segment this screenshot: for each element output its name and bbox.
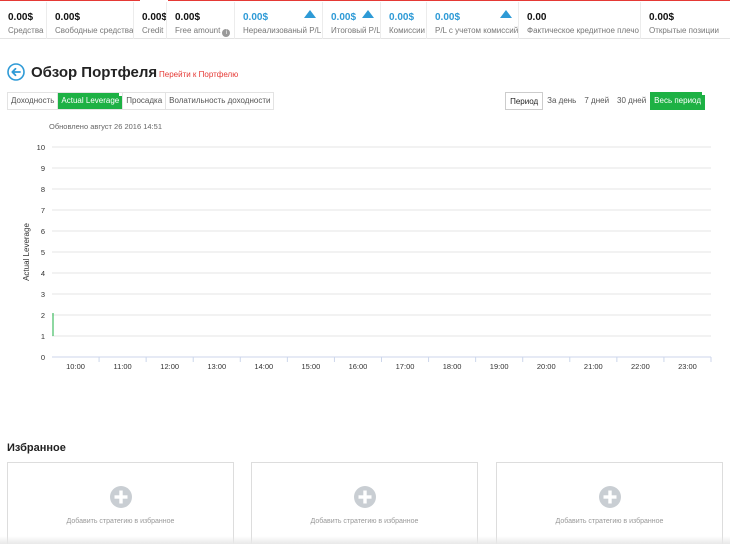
page-title: Обзор Портфеля (31, 64, 158, 81)
period-30-days[interactable]: 30 дней (613, 92, 650, 110)
leverage-chart: 0 1 2 3 4 5 6 7 8 9 10 10:00 11:00 12:00 13:00 14:00 15:… (0, 138, 730, 378)
stat-open-positions: 0.00$ Открытые позиции (640, 2, 730, 39)
x-tick-label: 15:00 (302, 362, 321, 371)
add-favorite-card[interactable]: Добавить стратегию в избранное (251, 462, 478, 544)
chart-metric-tabs: Доходность Actual Leverage Просадка Вола… (7, 92, 275, 110)
stat-label: Комиссии (389, 26, 426, 35)
stat-commissions: 0.00$ Комиссии (380, 2, 426, 39)
x-tick-label: 17:00 (396, 362, 415, 371)
stat-credit: 0.00$ Credit (133, 2, 168, 39)
plus-circle-icon (598, 486, 621, 508)
triangle-up-icon (304, 10, 316, 18)
tab-actual-leverage[interactable]: Actual Leverage (58, 93, 124, 109)
tab-return-volatility[interactable]: Волатильность доходности (166, 93, 275, 109)
plus-circle-icon (353, 486, 376, 508)
add-favorite-label: Добавить стратегию в избранное (555, 518, 664, 525)
stat-label: Нереализованый P/L (243, 26, 322, 35)
triangle-up-icon (362, 10, 374, 18)
stat-free-amount: 0.00$ Free amount i (166, 2, 234, 39)
x-tick-label: 20:00 (537, 362, 556, 371)
back-arrow-icon[interactable] (7, 63, 25, 81)
add-favorite-card[interactable]: Добавить стратегию в избранное (7, 462, 234, 544)
x-tick-label: 12:00 (160, 362, 179, 371)
add-favorite-card[interactable]: Добавить стратегию в избранное (496, 462, 723, 544)
triangle-up-icon (500, 10, 512, 18)
favorites-title: Избранное (7, 442, 66, 454)
y-tick-label: 1 (41, 332, 45, 341)
stat-value: 0.00$ (142, 12, 168, 23)
tab-returns[interactable]: Доходность (8, 93, 59, 109)
info-icon[interactable]: i (222, 29, 231, 37)
tab-drawdown[interactable]: Просадка (123, 93, 167, 109)
y-tick-label: 9 (41, 164, 45, 173)
y-tick-label: 5 (41, 248, 45, 257)
stat-pl-with-commissions: 0.00$ P/L с учетом комиссий (426, 2, 518, 39)
period-label: Период (505, 92, 544, 110)
x-tick-label: 16:00 (349, 362, 368, 371)
x-tick-label: 23:00 (678, 362, 697, 371)
period-7-days[interactable]: 7 дней (580, 92, 613, 110)
y-tick-label: 6 (41, 227, 45, 236)
stat-value: 0.00$ (8, 12, 34, 23)
stat-value: 0.00$ (331, 12, 357, 23)
add-favorite-label: Добавить стратегию в избранное (310, 518, 419, 525)
stat-label: Средства (8, 26, 44, 35)
account-stats-bar: 0.00$ Средства 0.00$ Свободные средства … (0, 2, 730, 39)
stat-label: P/L с учетом комиссий (435, 26, 519, 35)
x-tick-label: 14:00 (254, 362, 273, 371)
stat-value: 0.00$ (389, 12, 415, 23)
stat-value: 0.00 (527, 12, 547, 23)
plus-circle-icon (109, 486, 132, 508)
stat-value: 0.00$ (243, 12, 269, 23)
add-favorite-label: Добавить стратегию в избранное (66, 518, 175, 525)
x-tick-label: 19:00 (490, 362, 509, 371)
y-tick-label: 3 (41, 290, 45, 299)
stat-total-pl: 0.00$ Итоговый P/L (322, 2, 381, 39)
x-tick-label: 21:00 (584, 362, 603, 371)
go-to-portfolio-link[interactable]: Перейти к Портфелю (159, 70, 238, 79)
y-tick-label: 10 (37, 143, 45, 152)
stat-unrealized-pl: 0.00$ Нереализованый P/L (234, 2, 322, 39)
x-tick-label: 18:00 (443, 362, 462, 371)
period-all-time[interactable]: Весь период (650, 92, 705, 110)
y-tick-label: 4 (41, 269, 45, 278)
top-accent-line (0, 0, 730, 1)
x-tick-label: 11:00 (113, 362, 131, 371)
y-tick-label: 2 (41, 311, 45, 320)
stat-label: Открытые позиции (649, 26, 720, 35)
y-tick-label: 0 (41, 353, 45, 362)
leverage-chart-svg: 0 1 2 3 4 5 6 7 8 9 10 10:00 11:00 12:00 13:00 14:00 15:… (22, 143, 712, 371)
y-tick-label: 7 (41, 206, 45, 215)
y-tick-label: 8 (41, 185, 45, 194)
last-updated-text: Обновлено август 26 2016 14:51 (49, 122, 162, 131)
x-tick-label: 22:00 (631, 362, 650, 371)
bottom-shadow (0, 536, 730, 544)
stat-label: Фактическое кредитное плечо (527, 26, 639, 35)
stat-label: Свободные средства (55, 26, 134, 35)
stat-actual-leverage: 0.00 Фактическое кредитное плечо (518, 2, 640, 39)
stat-value: 0.00$ (175, 12, 201, 23)
stat-value: 0.00$ (649, 12, 675, 23)
stat-label: Free amount i (175, 26, 231, 37)
stat-label: Итоговый P/L (331, 26, 381, 35)
stat-funds: 0.00$ Средства (0, 2, 46, 39)
period-day[interactable]: За день (543, 92, 580, 110)
stat-free-funds: 0.00$ Свободные средства (46, 2, 133, 39)
x-tick-label: 13:00 (207, 362, 226, 371)
period-selector: Период За день 7 дней 30 дней Весь перио… (505, 92, 705, 110)
stat-value: 0.00$ (55, 12, 81, 23)
stat-label: Credit (142, 26, 164, 35)
stat-value: 0.00$ (435, 12, 461, 23)
x-tick-label: 10:00 (66, 362, 85, 371)
y-axis-label: Actual Leverage (22, 223, 31, 281)
